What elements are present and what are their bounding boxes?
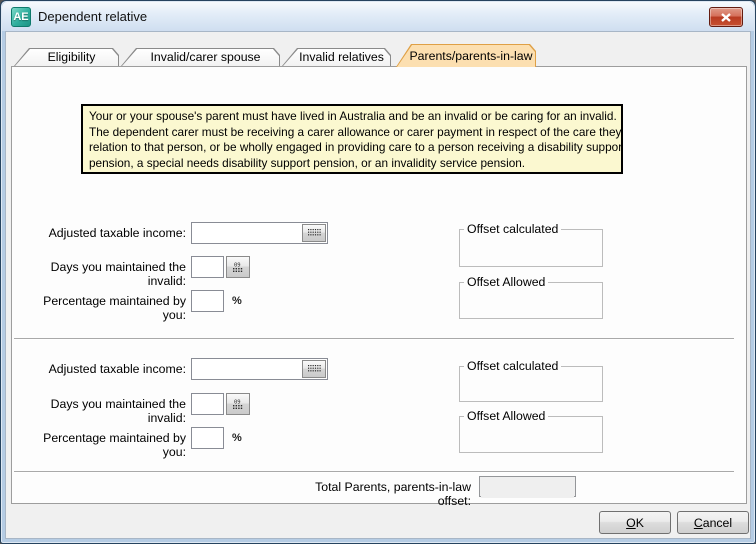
percentage-maintained-field[interactable] [191,427,224,449]
close-button[interactable] [709,7,743,27]
calculator-icon [308,229,321,237]
percent-suffix: % [232,295,242,307]
percent-suffix: % [232,432,242,444]
days-maintained-field[interactable] [191,256,224,278]
tab-eligibility[interactable]: Eligibility [14,48,119,66]
offset-allowed-groupbox: Offset Allowed [459,282,603,319]
offset-calculated-groupbox: Offset calculated [459,229,603,267]
days-maintained-input[interactable] [193,258,222,278]
offset-allowed-value [464,291,598,316]
total-offset-input [481,478,574,498]
info-line: relation to that person, or be wholly en… [89,140,615,156]
info-line: The dependent carer must be receiving a … [89,125,615,141]
window-title: Dependent relative [38,9,147,24]
total-offset-label: Total Parents, parents-in-law offset: [281,480,471,508]
tab-invalid-carer-spouse[interactable]: Invalid/carer spouse [121,48,280,66]
offset-calculated-label: Offset calculated [464,359,561,373]
offset-allowed-label: Offset Allowed [464,275,548,289]
cancel-button[interactable]: Cancel [677,511,749,534]
offset-calculated-label: Offset calculated [464,222,561,236]
svg-text:09: 09 [234,262,241,268]
adjusted-taxable-income-label: Adjusted taxable income: [21,226,186,240]
adjusted-taxable-income-field[interactable] [191,358,328,380]
days-maintained-label: Days you maintained the invalid: [21,260,186,288]
cancel-rest: ancel [703,516,732,530]
tab-label: Eligibility [14,48,119,66]
calendar-icon: 09 [232,262,244,273]
ok-accel: O [626,516,636,530]
calculator-button[interactable] [302,224,326,242]
percentage-maintained-input[interactable] [193,429,222,449]
adjusted-taxable-income-field[interactable] [191,222,328,244]
info-line: Your or your spouse's parent must have l… [89,109,615,125]
info-box: Your or your spouse's parent must have l… [81,104,623,174]
days-maintained-field[interactable] [191,393,224,415]
days-maintained-label: Days you maintained the invalid: [21,397,186,425]
calendar-button[interactable]: 09 [226,393,250,415]
svg-text:09: 09 [234,399,241,405]
tab-label: Parents/parents-in-law [396,44,536,67]
days-maintained-input[interactable] [193,395,222,415]
ok-button[interactable]: OK [599,511,671,534]
calculator-icon [308,365,321,373]
ok-rest: K [636,516,644,530]
percentage-maintained-label: Percentage maintained by you: [21,431,186,459]
offset-calculated-value [464,238,598,264]
percentage-maintained-input[interactable] [193,292,222,312]
section-divider [14,338,734,339]
titlebar[interactable]: AE Dependent relative [2,2,754,31]
offset-allowed-value [464,425,598,450]
offset-calculated-value [464,375,598,399]
offset-allowed-groupbox: Offset Allowed [459,416,603,453]
tab-invalid-relatives[interactable]: Invalid relatives [282,48,391,66]
tab-parents-parents-in-law[interactable]: Parents/parents-in-law [396,44,536,67]
close-icon [721,13,731,22]
percentage-maintained-label: Percentage maintained by you: [21,294,186,322]
tab-label: Invalid relatives [282,48,391,66]
dialog-window: AE Dependent relative Eligibility Invali… [0,0,756,544]
app-icon: AE [11,7,31,27]
section-divider [14,471,734,472]
total-offset-field [479,476,576,497]
adjusted-taxable-income-label: Adjusted taxable income: [21,362,186,376]
percentage-maintained-field[interactable] [191,290,224,312]
offset-calculated-groupbox: Offset calculated [459,366,603,402]
calculator-button[interactable] [302,360,326,378]
tab-label: Invalid/carer spouse [121,48,280,66]
calendar-icon: 09 [232,399,244,410]
offset-allowed-label: Offset Allowed [464,409,548,423]
calendar-button[interactable]: 09 [226,256,250,278]
info-line: pension, a special needs disability supp… [89,156,615,172]
cancel-accel: C [694,516,703,530]
